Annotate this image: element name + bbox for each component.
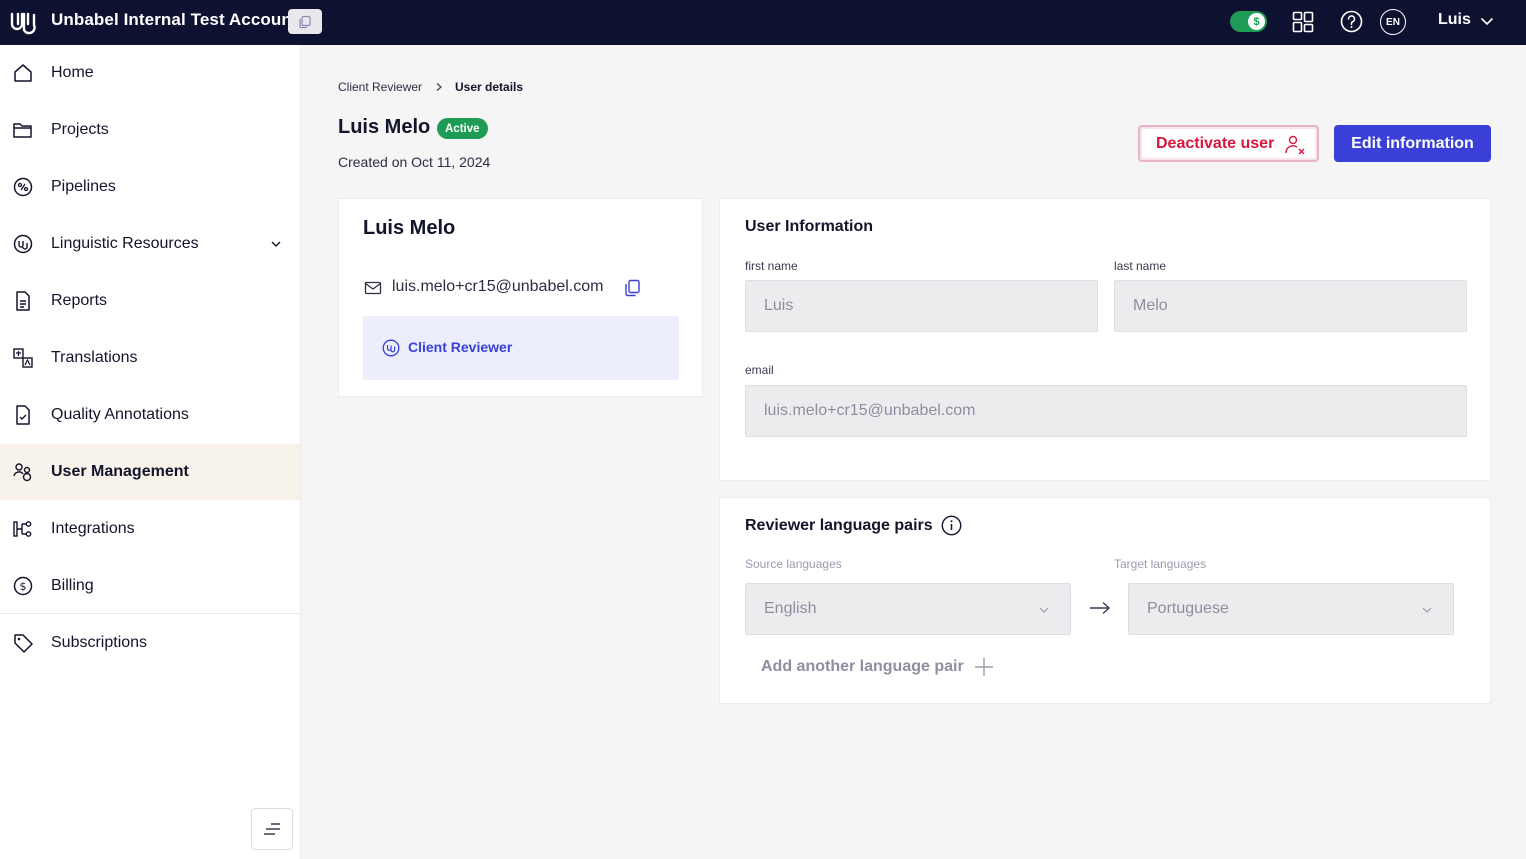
integrations-icon <box>13 521 32 537</box>
edit-information-button[interactable]: Edit information <box>1334 125 1491 162</box>
language-pairs-card: Reviewer language pairs Source languages… <box>719 497 1491 704</box>
first-name-label: first name <box>745 259 798 273</box>
sidebar-item-label: Quality Annotations <box>51 406 189 423</box>
page-title: Luis Melo <box>338 116 431 138</box>
mail-icon <box>364 281 382 295</box>
sidebar-item-user-management[interactable]: User Management <box>0 444 300 500</box>
unbabel-logo-icon[interactable] <box>9 9 37 35</box>
sidebar-item-label: Integrations <box>51 520 135 537</box>
sidebar-item-linguistic-resources[interactable]: Linguistic Resources <box>0 216 300 272</box>
target-language-value: Portuguese <box>1147 600 1229 617</box>
home-icon <box>14 64 32 82</box>
translations-icon <box>13 348 33 368</box>
sidebar-item-label: Translations <box>51 349 138 366</box>
help-icon[interactable] <box>1340 10 1363 33</box>
quality-annotations-icon <box>16 405 30 425</box>
add-language-pair-button[interactable]: Add another language pair <box>761 657 994 677</box>
source-language-select[interactable]: English <box>745 583 1071 635</box>
email-field[interactable]: luis.melo+cr15@unbabel.com <box>745 385 1467 437</box>
copy-account-button[interactable] <box>288 9 322 34</box>
apps-grid-icon[interactable] <box>1292 11 1314 33</box>
top-bar: Unbabel Internal Test Account $ EN Luis <box>0 0 1526 45</box>
language-selector[interactable]: EN <box>1380 9 1406 35</box>
user-remove-icon <box>1285 135 1305 155</box>
billing-icon: $ <box>13 576 33 596</box>
chevron-down-icon <box>1039 607 1049 613</box>
sidebar-item-integrations[interactable]: Integrations <box>0 501 300 557</box>
deactivate-user-button[interactable]: Deactivate user <box>1138 125 1319 162</box>
created-date: Created on Oct 11, 2024 <box>338 154 491 170</box>
sidebar: Home Projects Pipelines Linguistic Resou… <box>0 45 301 859</box>
role-label: Client Reviewer <box>408 339 513 355</box>
arrow-right-icon <box>1090 601 1111 615</box>
add-language-pair-label: Add another language pair <box>761 658 964 675</box>
sidebar-item-label: User Management <box>51 463 189 480</box>
sidebar-item-reports[interactable]: Reports <box>0 273 300 329</box>
sidebar-item-label: Home <box>51 64 94 81</box>
sidebar-divider <box>0 613 300 614</box>
sidebar-item-pipelines[interactable]: Pipelines <box>0 159 300 215</box>
breadcrumb-current: User details <box>455 80 524 94</box>
tag-icon <box>14 634 33 653</box>
dollar-icon: $ <box>1248 13 1265 30</box>
role-box: Client Reviewer <box>363 316 679 380</box>
source-language-value: English <box>764 600 817 617</box>
target-languages-label: Target languages <box>1114 557 1207 571</box>
report-icon <box>16 291 30 311</box>
sidebar-item-home[interactable]: Home <box>0 45 300 101</box>
profile-card: Luis Melo luis.melo+cr15@unbabel.com Cli… <box>338 198 703 397</box>
chevron-down-icon[interactable] <box>270 238 282 250</box>
sidebar-item-projects[interactable]: Projects <box>0 102 300 158</box>
info-icon[interactable] <box>941 515 962 536</box>
plus-icon <box>974 658 993 676</box>
svg-text:$: $ <box>20 580 27 593</box>
sidebar-item-label: Reports <box>51 292 108 309</box>
folder-icon <box>13 123 32 138</box>
chevron-right-icon <box>436 83 442 91</box>
collapse-sidebar-button[interactable] <box>251 808 293 850</box>
deactivate-user-label: Deactivate user <box>1156 134 1275 152</box>
chevron-down-icon <box>1422 607 1432 613</box>
status-badge: Active <box>437 118 488 139</box>
user-menu[interactable]: Luis <box>1438 11 1471 29</box>
target-language-select[interactable]: Portuguese <box>1128 583 1454 635</box>
copy-icon <box>299 15 311 28</box>
users-icon <box>13 463 32 482</box>
menu-lines-icon <box>264 823 280 835</box>
credits-toggle[interactable]: $ <box>1230 11 1267 32</box>
language-pairs-title: Reviewer language pairs <box>745 517 933 534</box>
breadcrumb-client-reviewer[interactable]: Client Reviewer <box>338 80 422 94</box>
first-name-field[interactable]: Luis <box>745 280 1098 332</box>
sidebar-item-quality-annotations[interactable]: Quality Annotations <box>0 387 300 443</box>
linguistic-resources-icon <box>13 234 33 254</box>
sidebar-item-label: Linguistic Resources <box>51 235 199 252</box>
last-name-label: last name <box>1114 259 1167 273</box>
profile-email: luis.melo+cr15@unbabel.com <box>392 278 604 295</box>
user-information-title: User Information <box>745 218 874 235</box>
sidebar-item-label: Billing <box>51 577 94 594</box>
chevron-down-icon[interactable] <box>1480 14 1494 28</box>
sidebar-item-billing[interactable]: $ Billing <box>0 558 300 614</box>
account-name: Unbabel Internal Test Account <box>51 10 298 29</box>
user-information-card: User Information first name Luis last na… <box>719 198 1491 481</box>
copy-icon[interactable] <box>624 279 641 297</box>
source-languages-label: Source languages <box>745 557 842 571</box>
email-label: email <box>745 363 774 377</box>
sidebar-item-label: Pipelines <box>51 178 116 195</box>
sidebar-item-label: Subscriptions <box>51 634 148 651</box>
sidebar-item-translations[interactable]: Translations <box>0 330 300 386</box>
pipelines-icon <box>13 177 33 197</box>
sidebar-item-subscriptions[interactable]: Subscriptions <box>0 615 300 671</box>
last-name-field[interactable]: Melo <box>1114 280 1467 332</box>
profile-name: Luis Melo <box>363 217 456 239</box>
unbabel-role-icon <box>382 339 400 357</box>
sidebar-item-label: Projects <box>51 121 109 138</box>
